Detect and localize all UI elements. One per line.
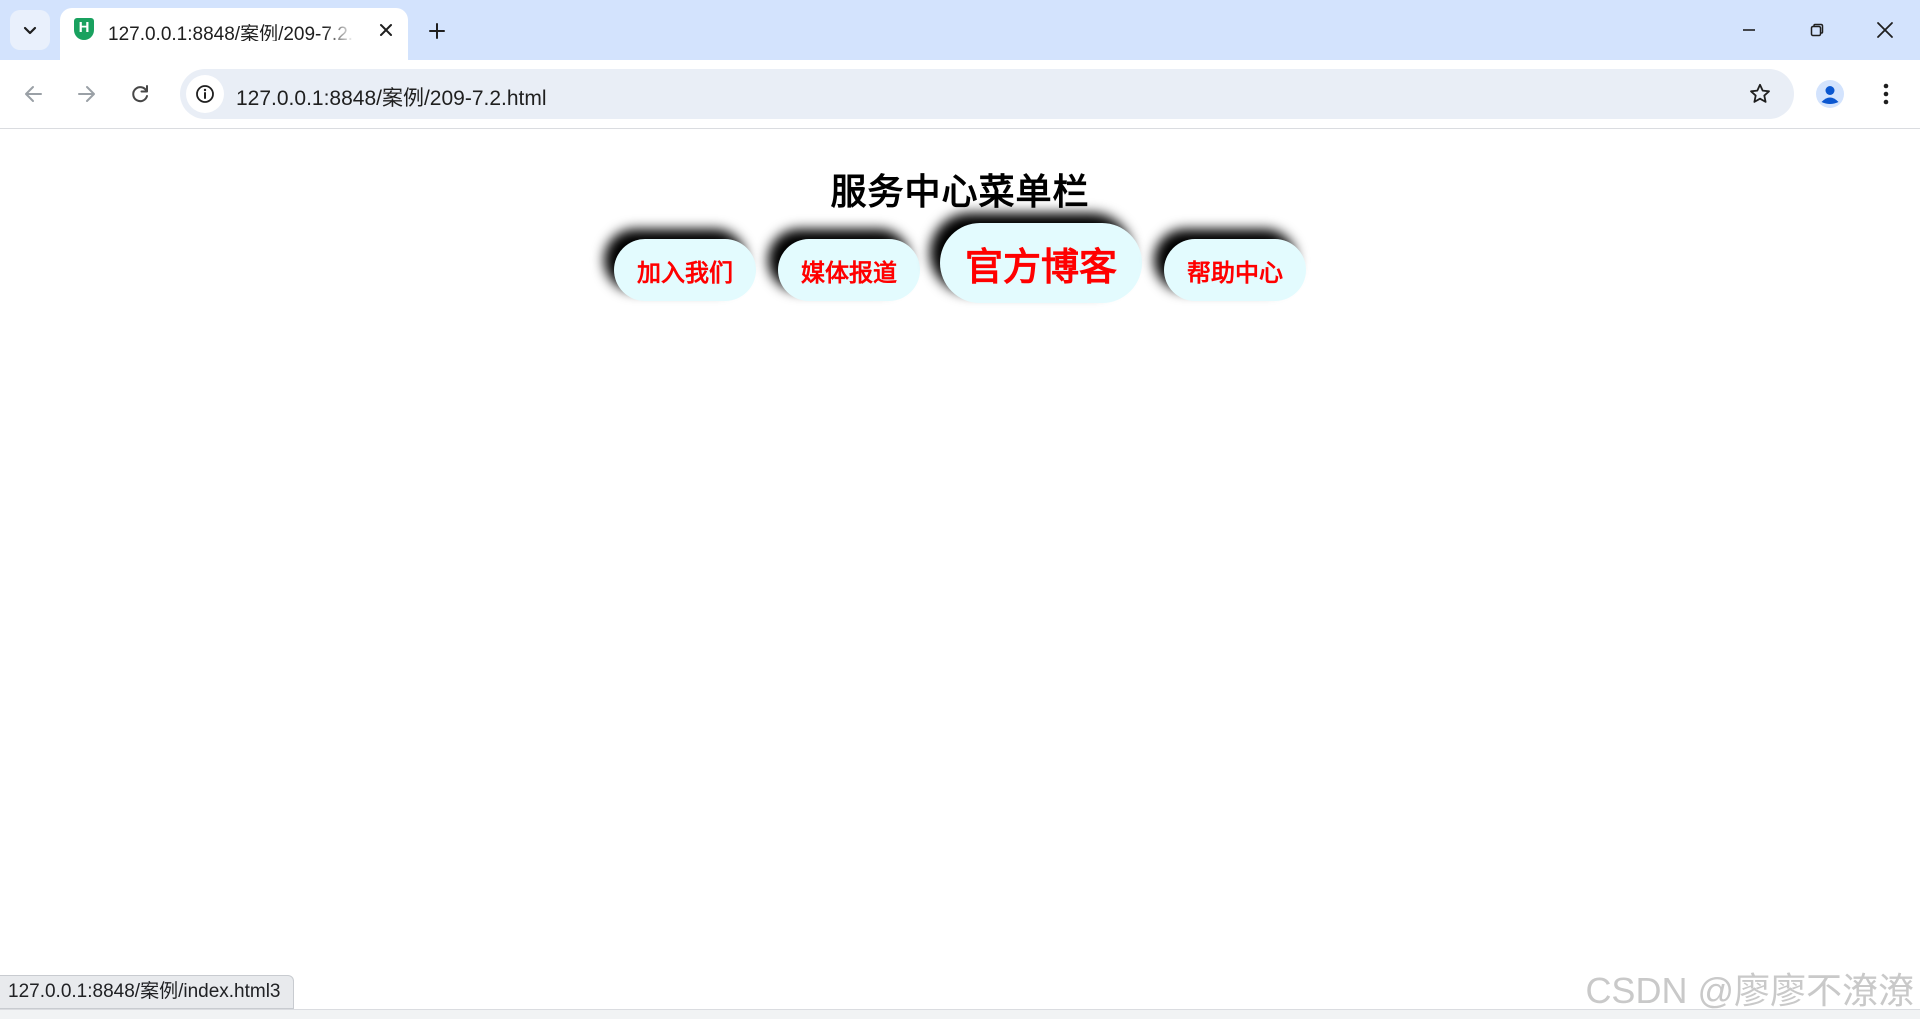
plus-icon	[429, 23, 445, 39]
url-text[interactable]: 127.0.0.1:8848/案例/209-7.2.html	[236, 82, 547, 110]
reload-button[interactable]	[120, 74, 160, 114]
forward-button[interactable]	[66, 74, 106, 114]
new-tab-button[interactable]	[420, 14, 454, 48]
hbuilder-favicon-icon: H	[74, 18, 94, 40]
minimize-icon	[1743, 29, 1755, 31]
window-close-button[interactable]	[1860, 8, 1910, 52]
active-tab[interactable]: H 127.0.0.1:8848/案例/209-7.2.html	[60, 8, 408, 60]
tab-search-button[interactable]	[10, 10, 50, 50]
reload-icon	[132, 85, 148, 103]
chevron-down-icon	[23, 26, 37, 35]
menu-item-media-reports[interactable]: 媒体报道	[778, 239, 920, 301]
profile-button[interactable]	[1812, 76, 1848, 112]
browser-toolbar: 127.0.0.1:8848/案例/209-7.2.html	[0, 60, 1920, 129]
star-icon	[1750, 83, 1770, 103]
page-content: 服务中心菜单栏 加入我们 媒体报道 官方博客 帮助中心	[0, 129, 1920, 1018]
browser-menu-button[interactable]	[1868, 76, 1904, 112]
site-info-button[interactable]	[186, 75, 224, 113]
tab-close-button[interactable]	[374, 18, 398, 42]
avatar-icon	[1816, 80, 1844, 108]
menu-item-help-center[interactable]: 帮助中心	[1164, 239, 1306, 301]
page-title: 服务中心菜单栏	[830, 172, 1090, 213]
close-icon	[380, 24, 392, 36]
menu-item-official-blog[interactable]: 官方博客	[940, 223, 1142, 303]
bookmark-button[interactable]	[1744, 78, 1776, 110]
tab-title: 127.0.0.1:8848/案例/209-7.2.html	[108, 24, 354, 41]
arrow-left-icon	[25, 86, 42, 102]
window-restore-button[interactable]	[1792, 8, 1842, 52]
window-minimize-button[interactable]	[1724, 8, 1774, 52]
tab-strip: H 127.0.0.1:8848/案例/209-7.2.html	[0, 0, 1920, 60]
link-status-bubble: 127.0.0.1:8848/案例/index.html3	[0, 975, 294, 1009]
info-icon	[196, 85, 214, 103]
restore-icon	[1810, 23, 1824, 37]
address-bar[interactable]: 127.0.0.1:8848/案例/209-7.2.html	[180, 69, 1794, 119]
watermark: CSDN @廖廖不潦潦	[1585, 970, 1914, 1011]
arrow-right-icon	[78, 86, 95, 102]
menu-item-join-us[interactable]: 加入我们	[614, 239, 756, 301]
more-vertical-icon	[1883, 83, 1889, 105]
back-button[interactable]	[14, 74, 54, 114]
close-icon	[1877, 22, 1893, 38]
